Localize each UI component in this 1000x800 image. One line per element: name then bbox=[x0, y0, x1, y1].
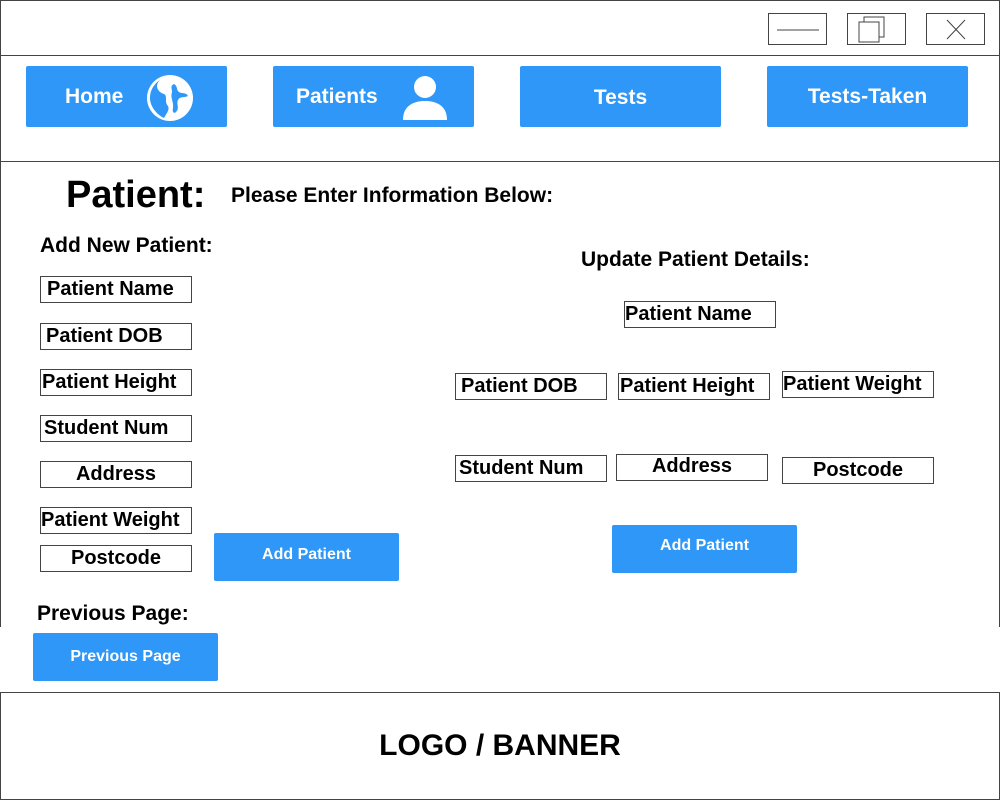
nav-home-label: Home bbox=[65, 84, 124, 108]
add-patient-name-field[interactable]: Patient Name bbox=[40, 276, 192, 303]
logo-banner-text: LOGO / BANNER bbox=[379, 729, 621, 762]
nav-home-button[interactable]: Home bbox=[26, 66, 227, 127]
page-instruction: Please Enter Information Below: bbox=[231, 184, 554, 207]
minimize-icon bbox=[777, 29, 819, 31]
add-patient-dob-field[interactable]: Patient DOB bbox=[40, 323, 192, 350]
nav-tests-label: Tests bbox=[593, 86, 648, 110]
footer-banner: LOGO / BANNER bbox=[0, 692, 1000, 800]
update-student-num-field[interactable]: Student Num bbox=[455, 455, 607, 482]
add-patient-height-field[interactable]: Patient Height bbox=[40, 369, 192, 396]
nav-patients-button[interactable]: Patients bbox=[273, 66, 474, 127]
add-student-num-field[interactable]: Student Num bbox=[40, 415, 192, 442]
nav-tests-taken-label: Tests-Taken bbox=[807, 84, 928, 108]
restore-button[interactable] bbox=[847, 13, 906, 45]
close-button[interactable] bbox=[926, 13, 985, 45]
update-address-field[interactable]: Address bbox=[616, 454, 768, 481]
nav-patients-label: Patients bbox=[296, 84, 378, 108]
add-patient-weight-field[interactable]: Patient Weight bbox=[40, 507, 192, 534]
update-patient-dob-field[interactable]: Patient DOB bbox=[455, 373, 607, 400]
add-postcode-field[interactable]: Postcode bbox=[40, 545, 192, 572]
add-patient-button[interactable]: Add Patient bbox=[214, 533, 399, 581]
globe-icon bbox=[147, 75, 193, 121]
add-patient-heading: Add New Patient: bbox=[40, 234, 213, 257]
update-patient-height-field[interactable]: Patient Height bbox=[618, 373, 770, 400]
nav-tests-taken-button[interactable]: Tests-Taken bbox=[767, 66, 968, 127]
restore-icon bbox=[858, 16, 885, 43]
minimize-button[interactable] bbox=[768, 13, 827, 45]
window-title-bar bbox=[0, 0, 1000, 56]
update-patient-name-field[interactable]: Patient Name bbox=[624, 301, 776, 328]
previous-page-heading: Previous Page: bbox=[37, 602, 189, 625]
previous-page-button[interactable]: Previous Page bbox=[33, 633, 218, 681]
page-title: Patient: bbox=[66, 174, 206, 216]
update-postcode-field[interactable]: Postcode bbox=[782, 457, 934, 484]
add-address-field[interactable]: Address bbox=[40, 461, 192, 488]
update-patient-heading: Update Patient Details: bbox=[581, 248, 810, 271]
update-patient-button[interactable]: Add Patient bbox=[612, 525, 797, 573]
user-icon bbox=[403, 76, 447, 120]
nav-tests-button[interactable]: Tests bbox=[520, 66, 721, 127]
update-patient-weight-field[interactable]: Patient Weight bbox=[782, 371, 934, 398]
close-icon bbox=[946, 19, 966, 40]
